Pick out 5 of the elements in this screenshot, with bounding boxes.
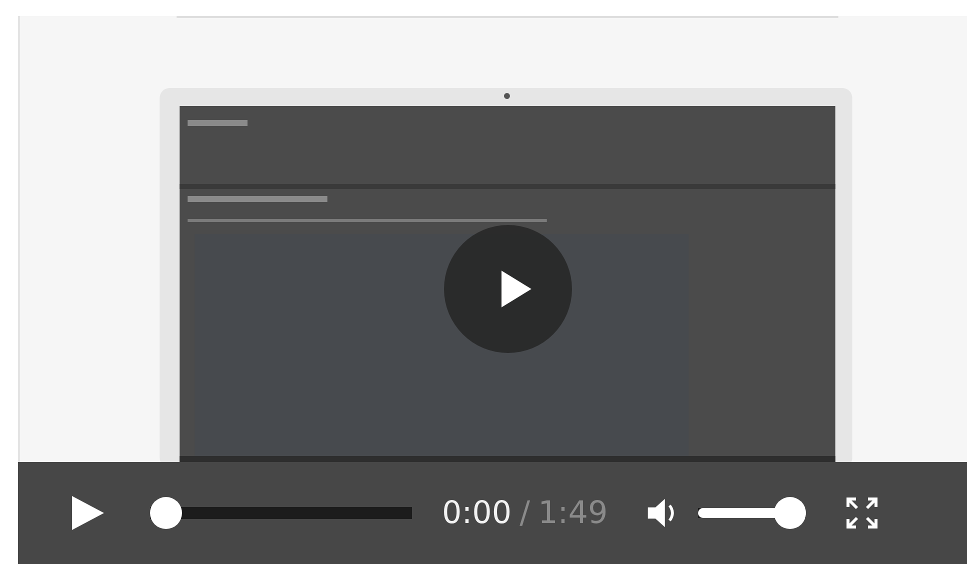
play-icon[interactable] bbox=[70, 495, 106, 531]
time-separator: / bbox=[520, 498, 530, 528]
duration: 1:49 bbox=[538, 498, 608, 528]
current-time: 0:00 bbox=[442, 498, 512, 528]
fullscreen-icon[interactable] bbox=[846, 497, 878, 529]
